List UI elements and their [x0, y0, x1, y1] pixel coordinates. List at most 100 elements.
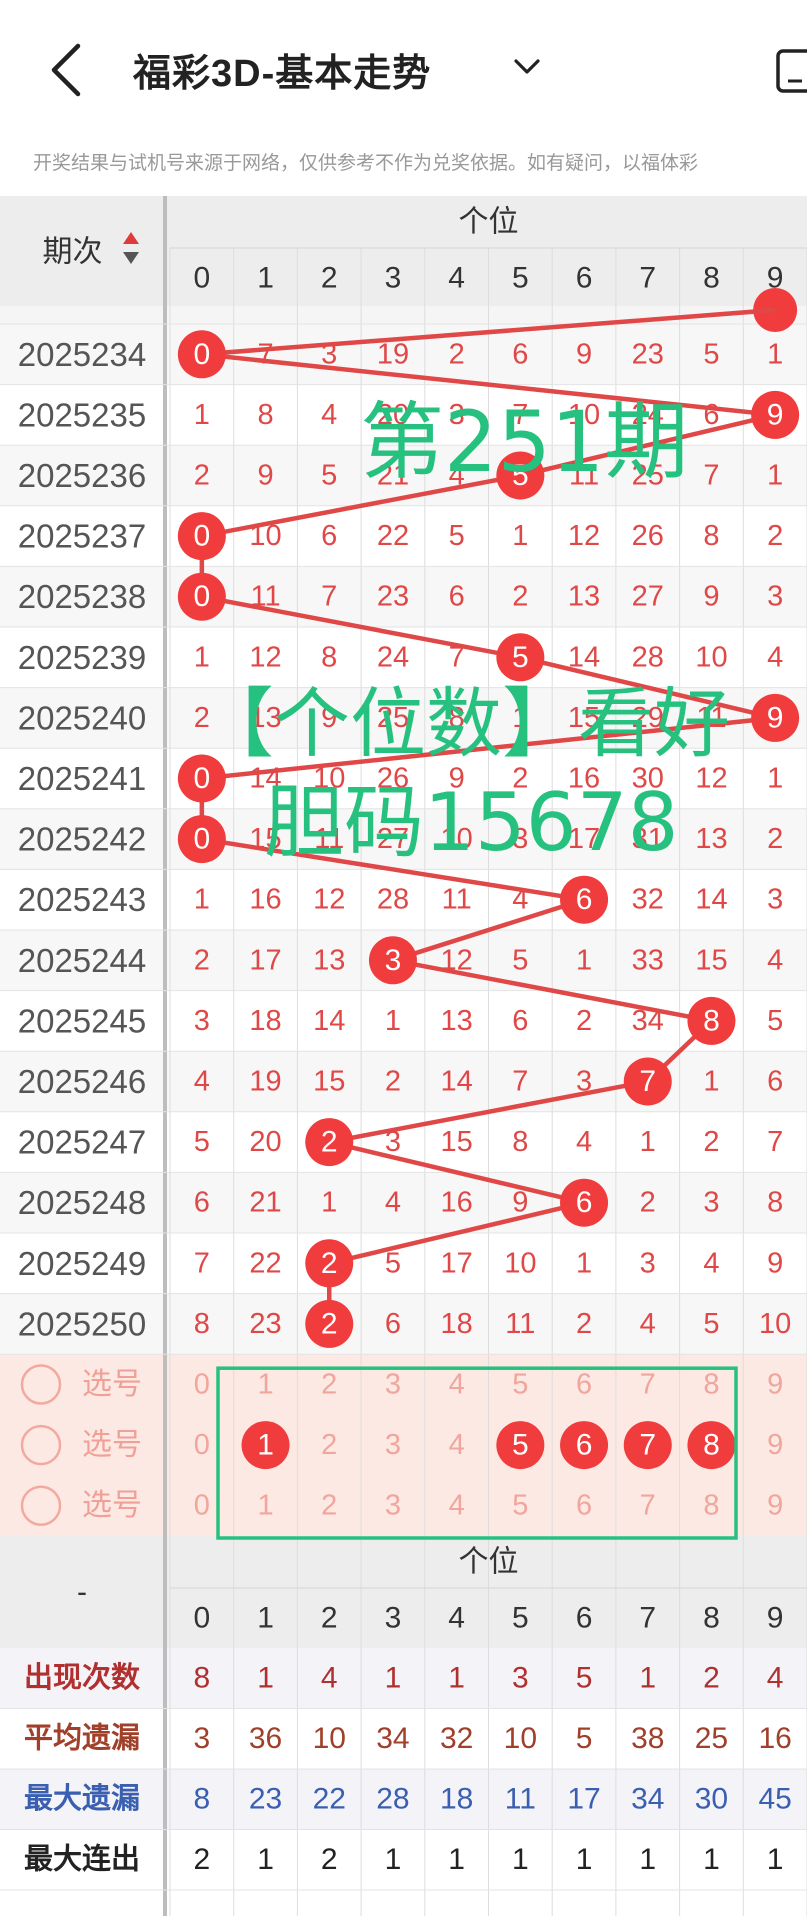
picked-digit: 7: [639, 1429, 656, 1462]
miss-count: 9: [257, 460, 273, 492]
stats-value: 2: [194, 1843, 211, 1876]
select-digit: 6: [576, 1490, 592, 1522]
stats-value: 8: [194, 1783, 211, 1816]
miss-count: 16: [249, 884, 281, 916]
stats-digit-header: 4: [448, 1602, 465, 1635]
select-digit: 4: [449, 1369, 465, 1401]
winning-digit: 9: [767, 398, 784, 431]
winning-digit: 8: [703, 1004, 720, 1037]
digit-column-header: 8: [703, 262, 720, 295]
miss-count: 8: [703, 520, 719, 552]
period-number: 2025237: [18, 518, 146, 555]
miss-count: 8: [512, 1126, 528, 1158]
stats-value: 3: [512, 1662, 529, 1695]
stats-value: 34: [631, 1783, 664, 1816]
stats-value: 2: [321, 1843, 338, 1876]
miss-count: 2: [767, 823, 783, 855]
overlay-unit-digit-text: 【个位数】看好: [198, 679, 730, 768]
miss-count: 17: [441, 1247, 473, 1279]
miss-count: 5: [512, 944, 528, 976]
miss-count: 9: [703, 581, 719, 613]
stats-label: 最大遗漏: [24, 1782, 140, 1815]
stats-value: 25: [695, 1722, 728, 1755]
miss-count: 4: [767, 944, 783, 976]
stats-value: 30: [695, 1783, 728, 1816]
period-number: 2025239: [18, 639, 146, 676]
miss-count: 18: [249, 1005, 281, 1037]
miss-count: 14: [313, 1005, 345, 1037]
stats-digit-header: 5: [512, 1602, 529, 1635]
digit-column-header: 2: [321, 262, 338, 295]
back-chevron-icon[interactable]: [48, 40, 88, 100]
select-digit: 8: [703, 1369, 719, 1401]
miss-count: 6: [767, 1066, 783, 1098]
miss-count: 2: [194, 460, 210, 492]
stats-value: 1: [257, 1843, 274, 1876]
overlay-pick-numbers-text: 胆码15678: [264, 776, 679, 869]
miss-count: 4: [640, 1308, 656, 1340]
winning-digit: 0: [194, 520, 211, 553]
period-number: 2025247: [18, 1124, 146, 1161]
miss-count: 17: [249, 944, 281, 976]
miss-count: 33: [632, 944, 664, 976]
select-digit: 3: [385, 1369, 401, 1401]
miss-count: 9: [576, 338, 592, 370]
select-digit: 4: [449, 1429, 465, 1461]
select-number-label: 选号: [82, 1368, 142, 1401]
miss-count: 14: [695, 884, 727, 916]
miss-count: 27: [632, 581, 664, 613]
period-number: 2025246: [18, 1063, 146, 1100]
miss-count: 18: [441, 1308, 473, 1340]
stats-value: 1: [257, 1662, 274, 1695]
miss-count: 7: [194, 1247, 210, 1279]
stats-value: 1: [385, 1662, 402, 1695]
miss-count: 3: [576, 1066, 592, 1098]
select-digit: 0: [194, 1490, 210, 1522]
miss-count: 23: [249, 1308, 281, 1340]
miss-count: 5: [321, 460, 337, 492]
stats-value: 1: [639, 1843, 656, 1876]
winning-digit: 0: [194, 580, 211, 613]
stats-digit-header: 7: [639, 1602, 656, 1635]
miss-count: 10: [504, 1247, 536, 1279]
miss-count: 5: [385, 1247, 401, 1279]
miss-count: 34: [632, 1005, 664, 1037]
stats-digit-header: 2: [321, 1602, 338, 1635]
stats-value: 36: [249, 1722, 282, 1755]
select-digit: 7: [640, 1490, 656, 1522]
miss-count: 4: [703, 1247, 719, 1279]
stats-digit-header: 8: [703, 1602, 720, 1635]
select-digit: 5: [512, 1490, 528, 1522]
overlay-period-text: 第251期: [360, 393, 689, 491]
miss-count: 9: [512, 1187, 528, 1219]
chevron-down-icon[interactable]: [512, 52, 542, 82]
stats-value: 16: [758, 1722, 791, 1755]
winning-digit: 9: [767, 701, 784, 734]
picked-digit: 1: [257, 1429, 274, 1462]
miss-count: 22: [249, 1247, 281, 1279]
stats-value: 17: [567, 1783, 600, 1816]
miss-count: 21: [249, 1187, 281, 1219]
stats-digit-header: 9: [767, 1602, 784, 1635]
phone-icon[interactable]: [776, 48, 807, 94]
digit-column-header: 5: [512, 262, 529, 295]
stats-value: 5: [576, 1662, 593, 1695]
miss-count: 3: [767, 884, 783, 916]
table-header-bg: [0, 196, 807, 306]
stats-value: 1: [576, 1843, 593, 1876]
miss-count: 5: [767, 1005, 783, 1037]
select-digit: 4: [449, 1490, 465, 1522]
miss-count: 2: [512, 581, 528, 613]
miss-count: 19: [377, 338, 409, 370]
picked-digit: 8: [703, 1429, 720, 1462]
stats-value: 38: [631, 1722, 664, 1755]
miss-count: 3: [767, 581, 783, 613]
select-digit: 3: [385, 1490, 401, 1522]
stats-header-bg: [0, 1536, 807, 1648]
select-digit: 3: [385, 1429, 401, 1461]
miss-count: 20: [249, 1126, 281, 1158]
miss-count: 9: [767, 1247, 783, 1279]
stats-value: 28: [376, 1783, 409, 1816]
miss-count: 8: [767, 1187, 783, 1219]
stats-digit-header: 3: [385, 1602, 402, 1635]
